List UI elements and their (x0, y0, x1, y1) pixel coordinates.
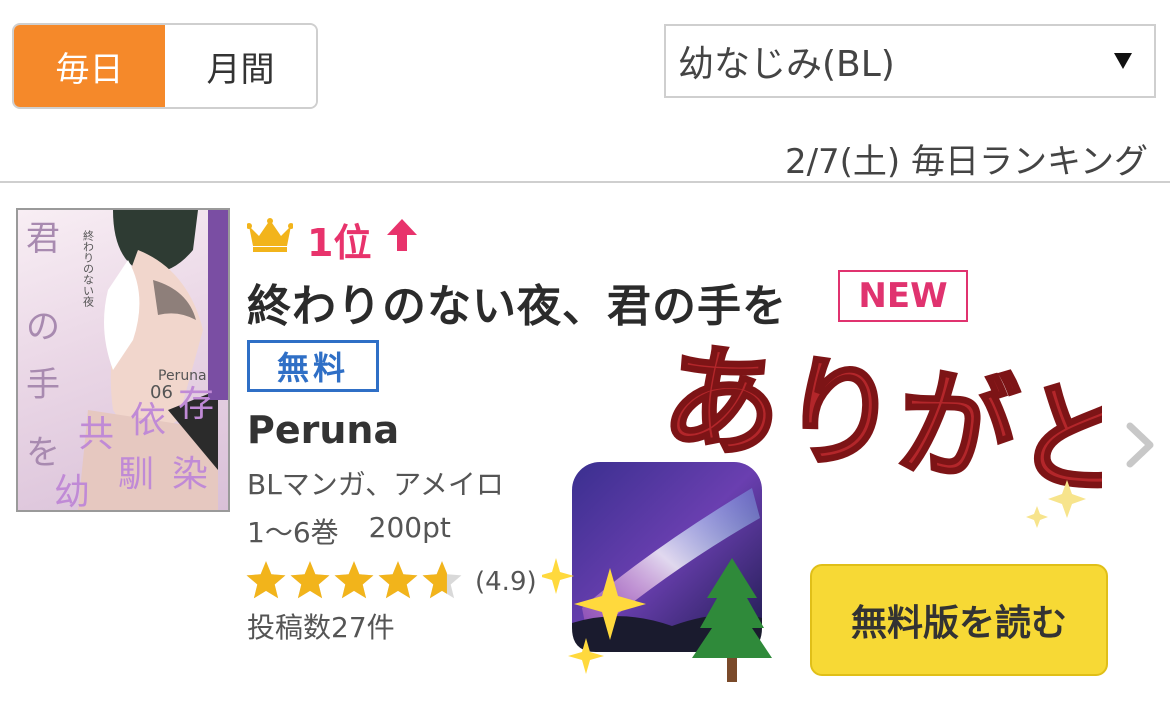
rating-value: (4.9) (475, 567, 537, 597)
rank-label: 1位 (307, 220, 372, 265)
chevron-right-icon[interactable] (1124, 422, 1156, 468)
divider (0, 181, 1170, 183)
period-tabs: 毎日 月間 (12, 23, 318, 109)
free-badge: 無料 (247, 340, 379, 392)
star-icon (378, 561, 418, 599)
genre-select[interactable]: 幼なじみ(BL) (664, 24, 1156, 98)
volume-price-line: 1〜6巻 200pt (247, 511, 451, 551)
star-icon (290, 561, 330, 599)
cover-title-char: を (26, 433, 60, 473)
cover-char: 共 (78, 414, 114, 455)
genre-label: BLマンガ、アメイロ (247, 468, 504, 501)
read-free-button[interactable]: 無料版を読む (810, 564, 1108, 676)
cover-char: 染 (172, 454, 208, 495)
stars-row (245, 560, 465, 604)
price-label: 200pt (368, 511, 451, 544)
star-icon (334, 561, 374, 599)
star-rating: (4.9) (245, 560, 537, 604)
tab-daily[interactable]: 毎日 (14, 25, 165, 107)
cover-title-char: 君 (26, 219, 60, 259)
post-count: 投稿数27件 (247, 611, 395, 644)
tab-monthly[interactable]: 月間 (165, 25, 316, 107)
crown-icon (246, 217, 294, 261)
star-icon (246, 561, 286, 599)
ranking-date: 2/7(土) 毎日ランキング (784, 142, 1148, 182)
author-link[interactable]: Peruna (247, 408, 399, 452)
volumes-label: 1〜6巻 (247, 516, 339, 549)
cover-char: 存 (178, 384, 214, 425)
caret-down-icon (1114, 53, 1132, 69)
cover-char: 依 (130, 400, 166, 441)
star-icon (422, 561, 462, 599)
cover-title-char: の (26, 307, 60, 347)
new-badge: NEW (838, 270, 968, 322)
cover-char: 馴 (118, 454, 154, 495)
cover-char: 幼 (54, 472, 90, 510)
cover-subtitle: 終わりのない夜 (82, 229, 95, 308)
up-arrow-icon (385, 217, 419, 262)
book-cover[interactable]: 君 の 手 を 終わりのない夜 Peruna 06 共 依 存 幼 馴 染 (16, 208, 230, 512)
milky-way-icon (542, 462, 772, 682)
rank-line: 1位 (246, 214, 419, 265)
cover-title-char: 手 (26, 365, 60, 405)
genre-select-value: 幼なじみ(BL) (678, 44, 895, 85)
